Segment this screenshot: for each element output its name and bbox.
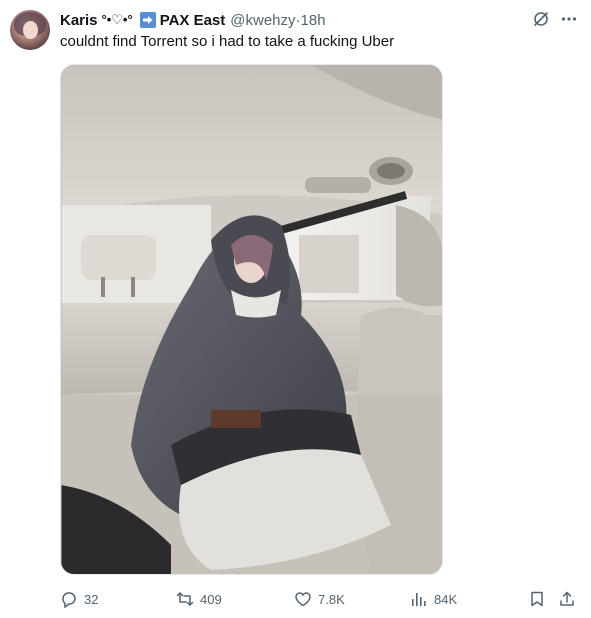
reply-button[interactable]: 32 — [60, 588, 98, 610]
top-actions — [532, 10, 578, 28]
tweet-text: couldnt find Torrent so i had to take a … — [60, 33, 395, 50]
avatar-face — [23, 21, 38, 39]
tweet-photo[interactable] — [60, 64, 443, 575]
bookmark-icon — [528, 590, 546, 608]
event-name: PAX East — [159, 11, 226, 29]
more-icon[interactable] — [560, 10, 578, 28]
heart-icon — [294, 590, 312, 608]
tweet-timestamp[interactable]: 18h — [301, 12, 326, 29]
avatar[interactable] — [10, 10, 50, 50]
author-name[interactable]: Karis — [60, 12, 98, 29]
view-count: 84K — [434, 591, 458, 607]
views-icon — [410, 590, 428, 608]
repost-count: 409 — [200, 591, 222, 607]
share-button[interactable] — [558, 588, 576, 610]
repost-button[interactable]: 409 — [176, 588, 222, 610]
repost-icon — [176, 590, 194, 608]
grok-icon[interactable] — [532, 10, 550, 28]
views-button[interactable]: 84K — [410, 588, 457, 610]
reply-count: 32 — [84, 591, 99, 607]
tweet-action-bar: 32 409 7.8K 84K — [0, 588, 591, 610]
like-button[interactable]: 7.8K — [294, 588, 345, 610]
like-count: 7.8K — [318, 591, 345, 607]
tweet-header: Karis °•♡•° PAX East @kwehzy · 18h — [60, 9, 326, 31]
share-icon — [558, 590, 576, 608]
author-handle[interactable]: @kwehzy — [230, 12, 295, 29]
event-arrow-icon — [139, 12, 156, 28]
author-name-decoration: °•♡•° — [101, 12, 133, 27]
reply-icon — [60, 590, 78, 608]
bookmark-button[interactable] — [528, 588, 546, 610]
